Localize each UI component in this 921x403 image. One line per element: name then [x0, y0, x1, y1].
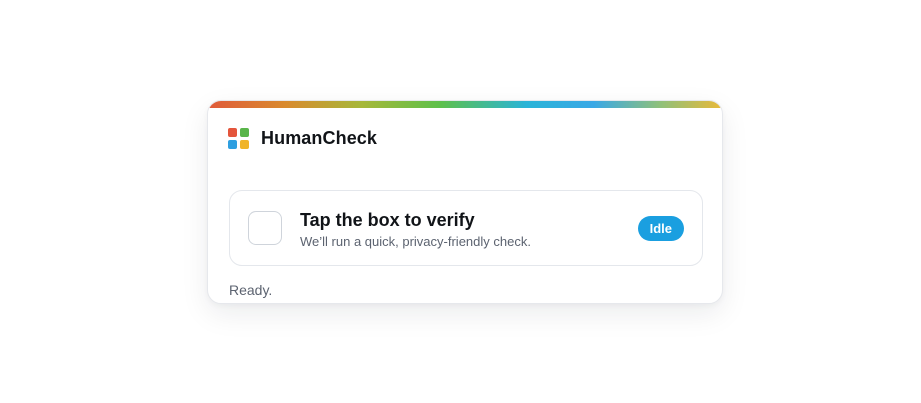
verify-checkbox[interactable]: [248, 211, 282, 245]
four-squares-logo-icon: [228, 128, 249, 149]
logo-square-red: [228, 128, 237, 137]
logo-square-yellow: [240, 140, 249, 149]
status-text: Ready.: [229, 282, 273, 298]
verify-panel[interactable]: Tap the box to verify We’ll run a quick,…: [229, 190, 703, 266]
widget-header: HumanCheck: [228, 128, 377, 149]
verify-texts: Tap the box to verify We’ll run a quick,…: [300, 209, 531, 250]
status-badge: Idle: [637, 216, 684, 241]
rainbow-accent-bar: [208, 101, 722, 108]
captcha-widget: HumanCheck Tap the box to verify We’ll r…: [207, 100, 723, 304]
logo-square-blue: [228, 140, 237, 149]
brand-name: HumanCheck: [261, 128, 378, 148]
logo-square-green: [240, 128, 249, 137]
verify-title: Tap the box to verify: [300, 210, 475, 230]
verify-subtitle: We’ll run a quick, privacy-friendly chec…: [300, 234, 531, 249]
